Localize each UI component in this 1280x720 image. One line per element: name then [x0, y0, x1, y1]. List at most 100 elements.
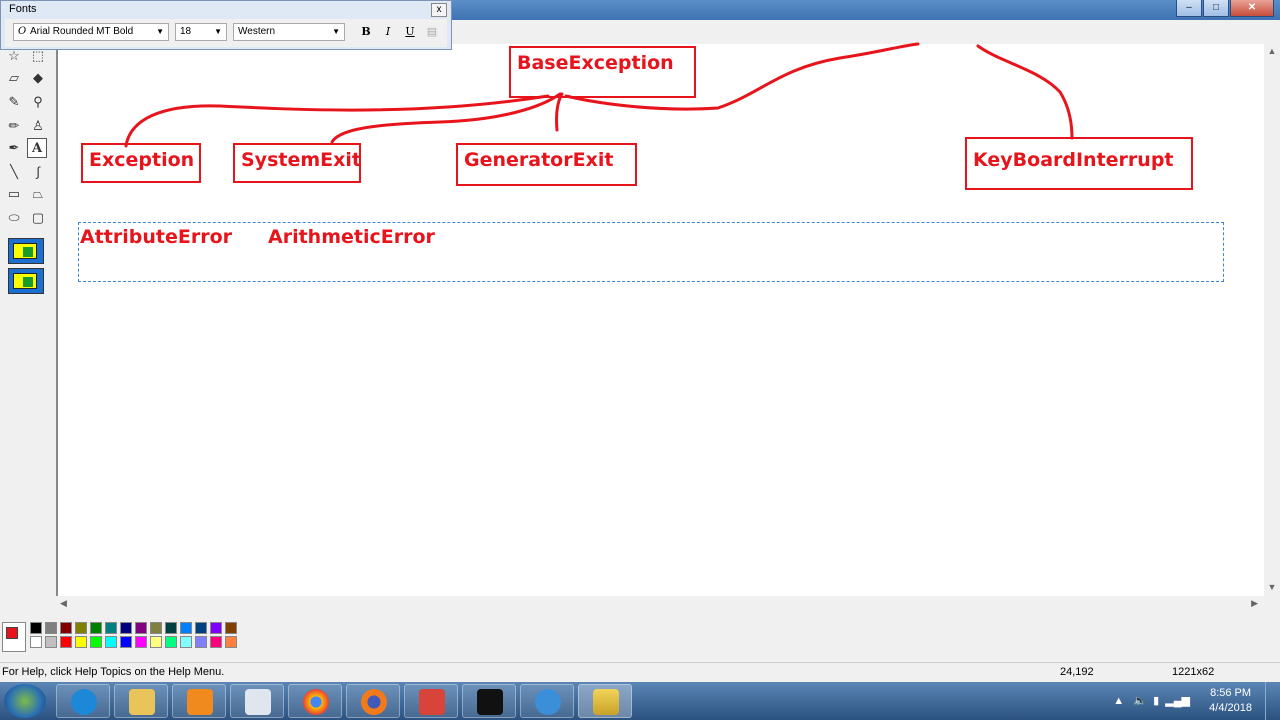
python-file-icon — [245, 689, 271, 715]
selection-size: 1221x62 — [1172, 666, 1215, 678]
palette-swatch[interactable] — [150, 636, 162, 648]
status-help-text: For Help, click Help Topics on the Help … — [2, 666, 225, 678]
vertical-text-icon[interactable]: ▤ — [425, 25, 439, 39]
palette-swatch[interactable] — [120, 636, 132, 648]
font-size-value: 18 — [180, 26, 192, 37]
palette-swatch[interactable] — [210, 636, 222, 648]
taskbar-chrome[interactable] — [288, 684, 342, 718]
text-attributeerror: AttributeError — [80, 226, 232, 248]
chevron-down-icon: ▼ — [332, 27, 340, 36]
taskbar-paint[interactable] — [578, 684, 632, 718]
taskbar-settings[interactable] — [520, 684, 574, 718]
palette-swatch[interactable] — [75, 636, 87, 648]
gear-icon — [535, 689, 561, 715]
tray-up-arrow-icon[interactable]: ▲ — [1113, 695, 1124, 707]
node-baseexception-label: BaseException — [517, 52, 674, 74]
connector-generatorexit — [555, 92, 564, 132]
palette-swatch[interactable] — [195, 636, 207, 648]
scroll-down-icon[interactable]: ▼ — [1264, 582, 1280, 592]
palette-swatch[interactable] — [165, 636, 177, 648]
connector-lines — [124, 42, 1074, 148]
palette-swatch[interactable] — [120, 622, 132, 634]
node-keyboardinterrupt-label: KeyBoardInterrupt — [973, 149, 1174, 171]
palette-swatch[interactable] — [75, 622, 87, 634]
palette-swatch[interactable] — [30, 622, 42, 634]
palette-swatch[interactable] — [90, 636, 102, 648]
scroll-right-icon[interactable]: ▶ — [1251, 598, 1258, 609]
vertical-scrollbar[interactable]: ▲ ▼ — [1264, 42, 1280, 598]
palette-swatch[interactable] — [60, 636, 72, 648]
show-desktop-button[interactable] — [1265, 682, 1280, 720]
current-colors[interactable] — [2, 622, 26, 652]
text-arithmeticerror: ArithmeticError — [268, 226, 435, 248]
palette-swatch[interactable] — [195, 622, 207, 634]
scroll-left-icon[interactable]: ◀ — [60, 598, 67, 609]
connector-keyboardinterrupt-right — [976, 44, 1074, 140]
palette-swatch[interactable] — [150, 622, 162, 634]
node-generatorexit-label: GeneratorExit — [464, 149, 614, 171]
connector-systemexit — [330, 92, 562, 144]
palette-swatch[interactable] — [105, 622, 117, 634]
palette-swatch[interactable] — [135, 636, 147, 648]
taskbar-file-explorer[interactable] — [114, 684, 168, 718]
palette-swatch[interactable] — [210, 622, 222, 634]
node-systemexit: SystemExit — [233, 143, 361, 183]
node-exception: Exception — [81, 143, 201, 183]
font-script-select[interactable]: Western ▼ — [233, 23, 345, 41]
palette-swatch[interactable] — [60, 622, 72, 634]
taskbar-media-player[interactable] — [172, 684, 226, 718]
palette-swatch[interactable] — [165, 622, 177, 634]
fonts-toolbar: Fonts x O Arial Rounded MT Bold ▼ 18 ▼ W… — [0, 0, 452, 50]
status-bar: For Help, click Help Topics on the Help … — [0, 662, 1280, 683]
fonts-toolbar-close-button[interactable]: x — [431, 3, 447, 17]
command-prompt-icon — [477, 689, 503, 715]
node-generatorexit: GeneratorExit — [456, 143, 637, 186]
firefox-icon — [361, 689, 387, 715]
palette-swatch[interactable] — [180, 636, 192, 648]
palette-swatch[interactable] — [45, 622, 57, 634]
palette-swatch[interactable] — [105, 636, 117, 648]
bold-button[interactable]: B — [359, 25, 373, 39]
speaker-icon[interactable]: 🔈 — [1133, 695, 1147, 707]
color-palette — [0, 614, 1280, 658]
palette-swatch[interactable] — [180, 622, 192, 634]
clock[interactable]: 8:56 PM 4/4/2018 — [1209, 686, 1252, 716]
font-name-value: Arial Rounded MT Bold — [30, 26, 134, 37]
palette-swatch[interactable] — [135, 622, 147, 634]
media-player-icon — [187, 689, 213, 715]
clock-date: 4/4/2018 — [1209, 702, 1252, 714]
node-exception-label: Exception — [89, 149, 195, 171]
start-button[interactable] — [4, 684, 46, 718]
font-size-select[interactable]: 18 ▼ — [175, 23, 227, 41]
font-name-select[interactable]: O Arial Rounded MT Bold ▼ — [13, 23, 169, 41]
palette-swatch[interactable] — [30, 636, 42, 648]
font-type-icon: O — [18, 26, 27, 37]
text-selection-box[interactable] — [78, 222, 1224, 282]
horizontal-scrollbar[interactable]: ◀ ▶ — [56, 596, 1264, 612]
taskbar-app[interactable] — [404, 684, 458, 718]
palette-swatch[interactable] — [45, 636, 57, 648]
palette-swatch[interactable] — [225, 622, 237, 634]
chevron-down-icon: ▼ — [214, 27, 222, 36]
italic-button[interactable]: I — [381, 25, 395, 39]
clock-time: 8:56 PM — [1210, 687, 1252, 699]
fonts-toolbar-title: Fonts — [9, 3, 37, 15]
taskbar: ▲ 🔈 ▮ ▂▄▆ 8:56 PM 4/4/2018 — [0, 682, 1280, 720]
scroll-up-icon[interactable]: ▲ — [1264, 46, 1280, 56]
cursor-position: 24,192 — [1060, 666, 1094, 678]
taskbar-firefox[interactable] — [346, 684, 400, 718]
network-icon[interactable]: ▮ — [1153, 695, 1159, 707]
taskbar-internet-explorer[interactable] — [56, 684, 110, 718]
taskbar-command-prompt[interactable] — [462, 684, 516, 718]
fonts-toolbar-body: O Arial Rounded MT Bold ▼ 18 ▼ Western ▼… — [5, 19, 447, 47]
palette-swatch[interactable] — [225, 636, 237, 648]
node-baseexception: BaseException — [509, 46, 696, 98]
signal-icon[interactable]: ▂▄▆ — [1165, 695, 1190, 707]
underline-button[interactable]: U — [403, 25, 417, 39]
chrome-icon — [303, 689, 329, 715]
taskbar-python[interactable] — [230, 684, 284, 718]
node-keyboardinterrupt: KeyBoardInterrupt — [965, 137, 1193, 190]
system-tray: ▲ 🔈 ▮ ▂▄▆ — [1113, 694, 1190, 707]
folder-icon — [129, 689, 155, 715]
palette-swatch[interactable] — [90, 622, 102, 634]
